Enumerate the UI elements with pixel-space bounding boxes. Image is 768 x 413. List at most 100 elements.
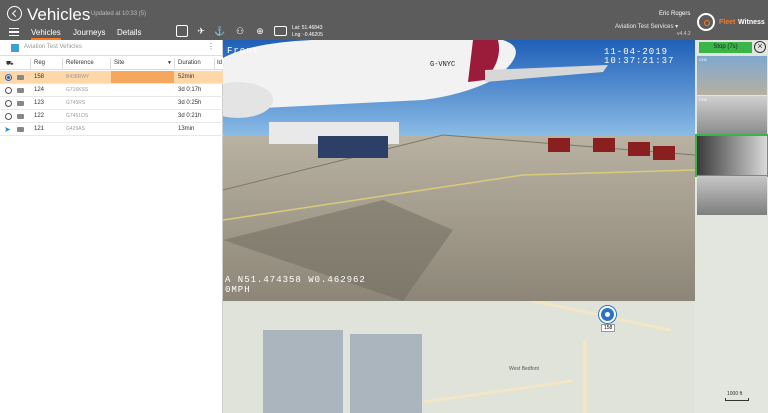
video-frame — [223, 40, 695, 301]
vehicle-list-panel: Aviation Test Vehicles ⋮ ⛟ Reg Reference… — [0, 40, 223, 413]
status-live-icon — [5, 74, 12, 81]
reference-cell: G7451OS — [66, 113, 89, 119]
vehicle-type-icon: ⛟ — [6, 61, 14, 67]
road-shape — [423, 379, 573, 404]
column-divider — [62, 58, 63, 69]
reference-cell: G745RS — [66, 100, 86, 106]
duration-cell: 52min — [178, 74, 195, 80]
aircraft-registration: G-VNYC — [430, 61, 456, 69]
status-icon — [5, 87, 12, 94]
group-name: Aviation Test Vehicles — [24, 44, 82, 50]
fleetwitness-logo-icon — [697, 13, 715, 31]
camera-icon — [17, 75, 24, 80]
latitude-text: Lat: 51.46843 — [292, 25, 323, 31]
vehicle-marker-icon[interactable] — [599, 306, 616, 323]
table-row[interactable]: ➤ 121 G429AS 13min — [0, 123, 223, 136]
table-row[interactable]: 123 G745RS 3d 0:25h — [0, 97, 223, 110]
anchor-icon[interactable]: ⚓ — [214, 25, 226, 37]
back-icon[interactable] — [7, 6, 22, 21]
camera-thumbnail-1[interactable]: CH1 — [697, 56, 767, 95]
duration-cell: 13min — [178, 126, 195, 132]
brand-witness: Witness — [738, 19, 765, 26]
page-title: Vehicles — [27, 5, 91, 24]
column-duration[interactable]: Duration — [178, 60, 201, 66]
account-name: Aviation Test Services — [615, 24, 674, 30]
plane-icon[interactable]: ✈ — [195, 25, 207, 37]
reservoir-shape — [350, 334, 422, 413]
site-cell — [111, 71, 174, 83]
menu-icon[interactable] — [9, 28, 19, 36]
column-divider — [30, 58, 31, 69]
stop-button[interactable]: Stop (7s) — [699, 42, 752, 53]
moving-arrow-icon: ➤ — [4, 125, 11, 134]
select-tool-icon[interactable] — [176, 25, 188, 37]
camera-icon — [17, 101, 24, 106]
reference-cell: G716KSS — [66, 87, 89, 93]
longitude-text: Lng: -0.46205 — [292, 32, 323, 38]
duration-cell: 3d 0:17h — [178, 87, 202, 93]
video-player[interactable]: Front 11-04-2019 10:37:21:37 G-VNYC A N5… — [223, 40, 695, 301]
ground-vehicle — [593, 138, 615, 152]
tab-journeys[interactable]: Journeys — [73, 28, 105, 37]
table-row[interactable]: 158 B438RWY 52min — [0, 71, 223, 84]
video-time: 10:37:21:37 — [604, 56, 675, 66]
updated-text: Updated at 10:33 (5) — [91, 11, 147, 17]
gps-coordinates: A N51.474358 W0.462962 — [225, 275, 366, 285]
status-icon — [5, 100, 12, 107]
speed-readout: 0MPH — [225, 285, 251, 295]
thumbnail-label: CH2 — [699, 97, 708, 102]
people-icon[interactable]: ⚇ — [234, 25, 246, 37]
group-color-icon — [11, 44, 19, 52]
reg-cell: 158 — [34, 74, 45, 80]
camera-thumbnail-2[interactable]: CH2 — [697, 96, 767, 135]
camera-thumbnail-3[interactable] — [695, 134, 768, 177]
reg-cell: 124 — [34, 87, 45, 93]
reference-cell: G429AS — [66, 126, 85, 132]
tab-vehicles[interactable]: Vehicles — [31, 28, 61, 40]
close-icon[interactable]: × — [754, 41, 766, 53]
user-name[interactable]: Eric Rogers — [659, 11, 690, 17]
filter-icon[interactable]: ▼ — [167, 60, 172, 66]
version-text: v4.4.2 — [677, 31, 691, 37]
reg-cell: 123 — [34, 100, 45, 106]
cargo-loader — [318, 136, 388, 158]
duration-cell: 3d 0:21h — [178, 113, 202, 119]
road-shape — [583, 340, 587, 413]
account-select[interactable]: Aviation Test Services ▾ — [615, 23, 678, 30]
marker-label: 158 — [601, 324, 616, 332]
reg-cell: 122 — [34, 113, 45, 119]
screen-icon[interactable] — [274, 26, 287, 36]
camera-icon — [17, 88, 24, 93]
camera-icon — [17, 127, 24, 132]
app-window: Vehicles Updated at 10:33 (5) Vehicles J… — [0, 0, 768, 413]
map-scale-bar — [725, 398, 749, 401]
column-reg[interactable]: Reg — [34, 60, 45, 66]
column-divider — [110, 58, 111, 69]
camera-icon — [17, 114, 24, 119]
tab-details[interactable]: Details — [117, 28, 141, 37]
reg-cell: 121 — [34, 126, 45, 132]
place-label: West Bedfont — [509, 366, 539, 372]
ground-vehicle — [628, 142, 650, 156]
camera-thumbnail-4[interactable] — [697, 176, 767, 215]
column-reference[interactable]: Reference — [66, 60, 94, 66]
table-row[interactable]: 124 G716KSS 3d 0:17h — [0, 84, 223, 97]
chevron-down-icon: ▾ — [675, 24, 679, 30]
ground-vehicle — [548, 138, 570, 152]
reservoir-shape — [263, 330, 343, 413]
locate-icon[interactable]: ⊕ — [254, 25, 266, 37]
top-bar: Vehicles Updated at 10:33 (5) Vehicles J… — [0, 0, 768, 40]
camera-label: Front — [227, 46, 260, 56]
column-site[interactable]: Site — [114, 60, 124, 66]
reference-cell: B438RWY — [66, 74, 90, 80]
status-icon — [5, 113, 12, 120]
more-options-icon[interactable]: ⋮ — [207, 42, 215, 51]
column-divider — [214, 58, 215, 69]
brand-fleet: Fleet — [719, 19, 736, 26]
ground-vehicle — [653, 146, 675, 160]
table-header: ⛟ Reg Reference Site ▼ Duration Id — [0, 57, 223, 70]
group-filter[interactable]: Aviation Test Vehicles ⋮ — [0, 40, 223, 56]
duration-cell: 3d 0:25h — [178, 100, 202, 106]
column-id[interactable]: Id — [217, 60, 222, 66]
table-row[interactable]: 122 G7451OS 3d 0:21h — [0, 110, 223, 123]
